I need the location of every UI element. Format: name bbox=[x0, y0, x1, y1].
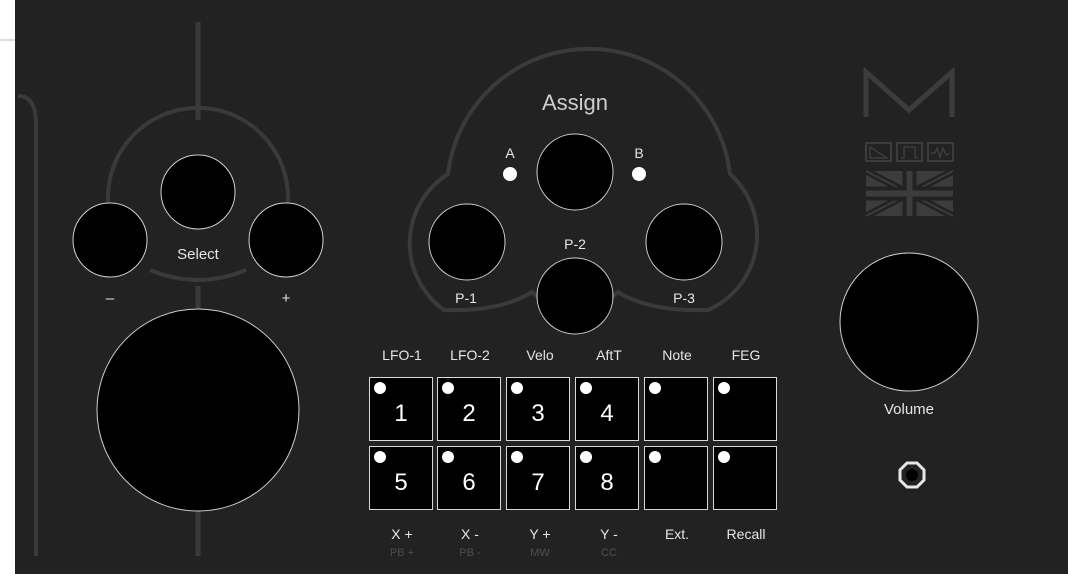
plus-label: + bbox=[281, 290, 291, 307]
mod-label-lfo1: LFO-1 bbox=[382, 347, 422, 363]
bottom-label-yminus: Y - bbox=[600, 526, 618, 542]
assign-label: Assign bbox=[541, 90, 609, 115]
pad-8[interactable]: 8 bbox=[575, 446, 639, 510]
pad-recall[interactable] bbox=[713, 446, 777, 510]
pad-led bbox=[442, 382, 454, 394]
pad-led bbox=[442, 451, 454, 463]
select-knob[interactable] bbox=[160, 154, 236, 230]
plus-button[interactable] bbox=[248, 202, 324, 278]
pad-ext[interactable] bbox=[644, 446, 708, 510]
sub-label-pbminus: PB - bbox=[459, 547, 481, 559]
pad-2[interactable]: 2 bbox=[437, 377, 501, 441]
pad-number: 3 bbox=[531, 400, 545, 427]
p3-knob[interactable] bbox=[645, 203, 723, 281]
union-flag-icon bbox=[864, 167, 955, 220]
pad-7[interactable]: 7 bbox=[506, 446, 570, 510]
pad-1[interactable]: 1 bbox=[369, 377, 433, 441]
pad-led bbox=[511, 382, 523, 394]
pad-number: 7 bbox=[531, 469, 545, 496]
volume-label: Volume bbox=[883, 401, 935, 418]
pad-number: 6 bbox=[462, 469, 476, 496]
pad-led bbox=[374, 382, 386, 394]
headphone-jack-hole bbox=[906, 469, 918, 481]
pad-4[interactable]: 4 bbox=[575, 377, 639, 441]
bottom-label-xminus: X - bbox=[461, 526, 479, 542]
bottom-label-yplus: Y + bbox=[529, 526, 551, 542]
synth-panel: Assign A B Select – + P-1 P-2 P-3 Volume… bbox=[0, 0, 1068, 574]
mod-label-lfo2: LFO-2 bbox=[450, 347, 490, 363]
a-label: A bbox=[505, 145, 515, 161]
main-encoder-knob[interactable] bbox=[96, 308, 300, 512]
p1-knob[interactable] bbox=[428, 203, 506, 281]
pad-led bbox=[580, 451, 592, 463]
b-label: B bbox=[634, 145, 644, 161]
pad-6[interactable]: 6 bbox=[437, 446, 501, 510]
pad-number: 5 bbox=[394, 469, 408, 496]
mod-label-note: Note bbox=[662, 347, 692, 363]
select-label: Select bbox=[177, 246, 219, 263]
pad-led bbox=[718, 382, 730, 394]
bottom-label-ext: Ext. bbox=[664, 526, 690, 542]
pad-led bbox=[580, 382, 592, 394]
pad-led bbox=[649, 382, 661, 394]
p2-knob[interactable] bbox=[536, 257, 614, 335]
pad-number: 4 bbox=[600, 400, 614, 427]
sub-label-cc: CC bbox=[601, 547, 617, 559]
mod-label-feg: FEG bbox=[731, 347, 761, 363]
pad-number: 2 bbox=[462, 400, 476, 427]
bottom-label-recall: Recall bbox=[726, 526, 766, 542]
sub-label-mw: MW bbox=[530, 547, 550, 559]
pad-led bbox=[718, 451, 730, 463]
volume-knob[interactable] bbox=[839, 252, 979, 392]
p1-label: P-1 bbox=[455, 290, 477, 306]
mod-label-aftt: AftT bbox=[596, 347, 622, 363]
pad-led bbox=[374, 451, 386, 463]
led-a bbox=[503, 167, 517, 181]
pad-note[interactable] bbox=[644, 377, 708, 441]
pad-feg[interactable] bbox=[713, 377, 777, 441]
pad-5[interactable]: 5 bbox=[369, 446, 433, 510]
pad-number: 8 bbox=[600, 469, 614, 496]
pad-led bbox=[511, 451, 523, 463]
mod-label-velo: Velo bbox=[526, 347, 554, 363]
pad-number: 1 bbox=[394, 400, 408, 427]
assign-knob[interactable] bbox=[536, 133, 614, 211]
p2-label: P-2 bbox=[564, 236, 586, 252]
minus-button[interactable] bbox=[72, 202, 148, 278]
pad-led bbox=[649, 451, 661, 463]
minus-label: – bbox=[105, 290, 115, 307]
bottom-label-xplus: X + bbox=[391, 526, 413, 542]
led-b bbox=[632, 167, 646, 181]
pad-3[interactable]: 3 bbox=[506, 377, 570, 441]
p3-label: P-3 bbox=[673, 290, 695, 306]
sub-label-pbplus: PB + bbox=[389, 547, 415, 559]
